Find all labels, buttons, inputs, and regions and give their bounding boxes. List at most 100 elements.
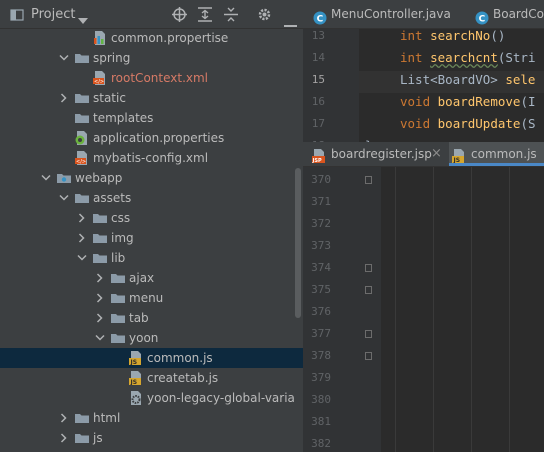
tree-node-static[interactable]: static	[0, 88, 303, 108]
tree-node-assets[interactable]: assets	[0, 188, 303, 208]
folder-icon	[111, 291, 125, 305]
chevron-down-icon[interactable]	[94, 328, 106, 348]
project-view-title[interactable]: Project	[31, 0, 75, 29]
chevron-down-icon[interactable]	[58, 188, 70, 208]
chevron-right-icon[interactable]	[76, 208, 88, 228]
tree-node-lib[interactable]: lib	[0, 248, 303, 268]
chevron-right-icon[interactable]	[58, 428, 70, 448]
tree-node-application-properties[interactable]: application.properties	[0, 128, 303, 148]
tree-node-yoon-legacy-global-varia[interactable]: yoon-legacy-global-varia	[0, 388, 303, 408]
line-number: 374	[311, 261, 331, 274]
tree-node-yoon[interactable]: yoon	[0, 328, 303, 348]
project-tool-window: Project common.propertise spring </> rootCo…	[0, 0, 303, 452]
chevron-right-icon[interactable]	[76, 228, 88, 248]
folder-icon	[111, 311, 125, 325]
svg-text:JS: JS	[130, 359, 138, 365]
tree-node-tab[interactable]: tab	[0, 308, 303, 328]
crosshair-icon[interactable]	[172, 7, 187, 26]
line-number: 375	[311, 283, 331, 296]
js-file-icon: JS	[129, 371, 143, 386]
editor-tab-label: boardregister.jsp	[331, 147, 432, 161]
web-folder-icon	[57, 171, 71, 185]
chevron-down-icon[interactable]	[58, 48, 70, 68]
tree-node-label: html	[93, 411, 121, 425]
chevron-right-icon[interactable]	[94, 288, 106, 308]
line-number: 377	[311, 327, 331, 340]
project-view-icon	[10, 7, 24, 21]
tree-node-label: createtab.js	[147, 371, 219, 385]
tree-node-mybatis-config-xml[interactable]: </> mybatis-config.xml	[0, 148, 303, 168]
indent-guide	[433, 167, 434, 452]
tree-node-menu[interactable]: menu	[0, 288, 303, 308]
tree-node-common-js[interactable]: JS common.js	[0, 348, 303, 368]
gear-icon[interactable]	[257, 7, 272, 26]
folder-icon	[93, 251, 107, 265]
tree-node-templates[interactable]: templates	[0, 108, 303, 128]
tree-node-js[interactable]: js	[0, 428, 303, 448]
tree-node-html[interactable]: html	[0, 408, 303, 428]
expand-all-icon[interactable]	[198, 7, 212, 26]
tree-node-css[interactable]: css	[0, 208, 303, 228]
tree-scrollbar[interactable]	[295, 168, 301, 318]
indent-guide	[471, 167, 472, 452]
chevron-down-icon[interactable]	[76, 248, 88, 268]
chevron-right-icon[interactable]	[94, 268, 106, 288]
chevron-right-icon[interactable]	[58, 88, 70, 108]
fold-marker-icon[interactable]	[365, 330, 372, 338]
line-number: 382	[311, 437, 331, 450]
editor-pane-top: 13 int searchNo() 14 int searchcnt(Stri 15 Li…	[303, 0, 544, 142]
close-icon[interactable]: ×	[431, 142, 442, 166]
line-number: 376	[311, 305, 331, 318]
tree-node-label: menu	[129, 291, 164, 305]
tree-node-label: ajax	[129, 271, 155, 285]
js-gear-file-icon	[129, 391, 143, 405]
xml-file-icon: </>	[93, 71, 107, 85]
tree-node-label: spring	[93, 51, 131, 65]
svg-text:C: C	[317, 15, 324, 25]
fold-marker-icon[interactable]	[365, 176, 372, 184]
indent-guide	[509, 167, 510, 452]
tree-node-webapp[interactable]: webapp	[0, 168, 303, 188]
svg-text:</>: </>	[94, 79, 104, 85]
xml-file-icon: </>	[75, 151, 89, 165]
js-file-icon: JS	[452, 147, 466, 164]
tree-node-label: tab	[129, 311, 149, 325]
tree-node-img[interactable]: img	[0, 228, 303, 248]
tree-node-rootcontext-xml[interactable]: </> rootContext.xml	[0, 68, 303, 88]
folder-icon	[75, 51, 89, 65]
view-dropdown-icon[interactable]	[78, 10, 88, 29]
chevron-right-icon[interactable]	[58, 408, 70, 428]
editor-pane-bottom: JSP boardregister.jsp × JS common.js 370 371 3…	[303, 142, 544, 452]
fold-marker-icon[interactable]	[365, 264, 372, 272]
code-line: List<BoardVO> sele	[400, 72, 536, 87]
tree-node-label: lib	[111, 251, 126, 265]
folder-icon	[75, 191, 89, 205]
line-number: 14	[311, 51, 325, 64]
code-line: int searchcnt(Stri	[400, 50, 536, 65]
tree-node-label: templates	[93, 111, 154, 125]
tree-node-createtab-js[interactable]: JS createtab.js	[0, 368, 303, 388]
folder-icon	[75, 411, 89, 425]
tree-node-common-propertise[interactable]: common.propertise	[0, 28, 303, 48]
tree-node-label: assets	[93, 191, 132, 205]
folder-icon	[111, 331, 125, 345]
svg-text:JS: JS	[130, 379, 138, 385]
line-number: 16	[311, 95, 325, 108]
editor-tab-bar: C MenuController.java C BoardCon	[303, 0, 544, 29]
tree-node-label: webapp	[75, 171, 123, 185]
indent-guide	[395, 167, 396, 452]
line-number: 381	[311, 415, 331, 428]
collapse-all-icon[interactable]	[224, 7, 238, 26]
line-number: 379	[311, 371, 331, 384]
tree-node-label: application.properties	[93, 131, 225, 145]
fold-marker-icon[interactable]	[365, 352, 372, 360]
tree-node-ajax[interactable]: ajax	[0, 268, 303, 288]
tree-node-label: css	[111, 211, 131, 225]
chevron-down-icon[interactable]	[40, 168, 52, 188]
chevron-right-icon[interactable]	[94, 308, 106, 328]
fold-marker-icon[interactable]	[365, 286, 372, 294]
editor-tab-label: BoardCon	[493, 7, 544, 21]
tree-node-spring[interactable]: spring	[0, 48, 303, 68]
line-number: 13	[311, 29, 325, 42]
line-number: 380	[311, 393, 331, 406]
